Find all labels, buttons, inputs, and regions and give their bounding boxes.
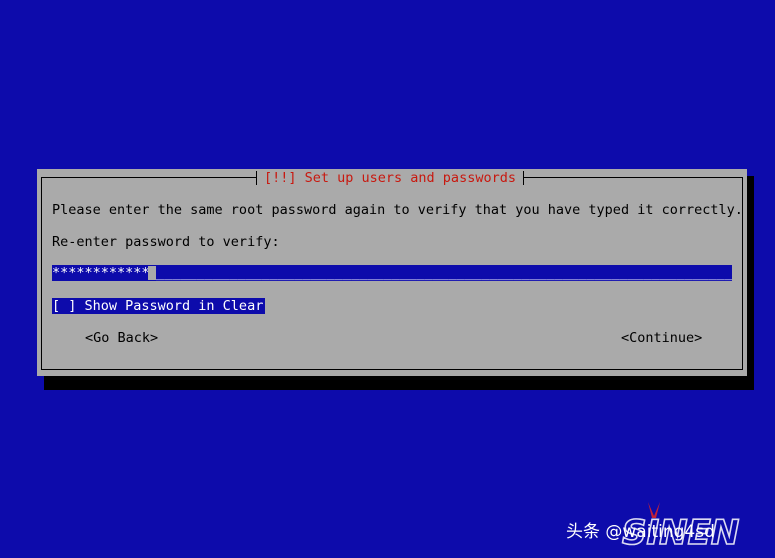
password-value: ************ <box>52 265 150 281</box>
continue-button[interactable]: <Continue> <box>621 330 702 347</box>
text-cursor <box>148 266 156 280</box>
go-back-button[interactable]: <Go Back> <box>85 330 158 347</box>
input-underline: ________________________________________… <box>156 265 732 281</box>
show-password-checkbox[interactable]: [ ] Show Password in Clear <box>52 298 266 314</box>
logo-text: SINEN <box>622 513 739 552</box>
password-input[interactable]: ************ ___________________________… <box>52 265 732 281</box>
watermark-logo: SINEN <box>621 502 740 552</box>
dialog-title: [!!] Set up users and passwords <box>256 169 524 187</box>
password-field-label: Re-enter password to verify: <box>52 234 280 250</box>
verify-prompt: Please enter the same root password agai… <box>52 202 743 218</box>
installer-dialog: [!!] Set up users and passwords Please e… <box>37 169 747 376</box>
